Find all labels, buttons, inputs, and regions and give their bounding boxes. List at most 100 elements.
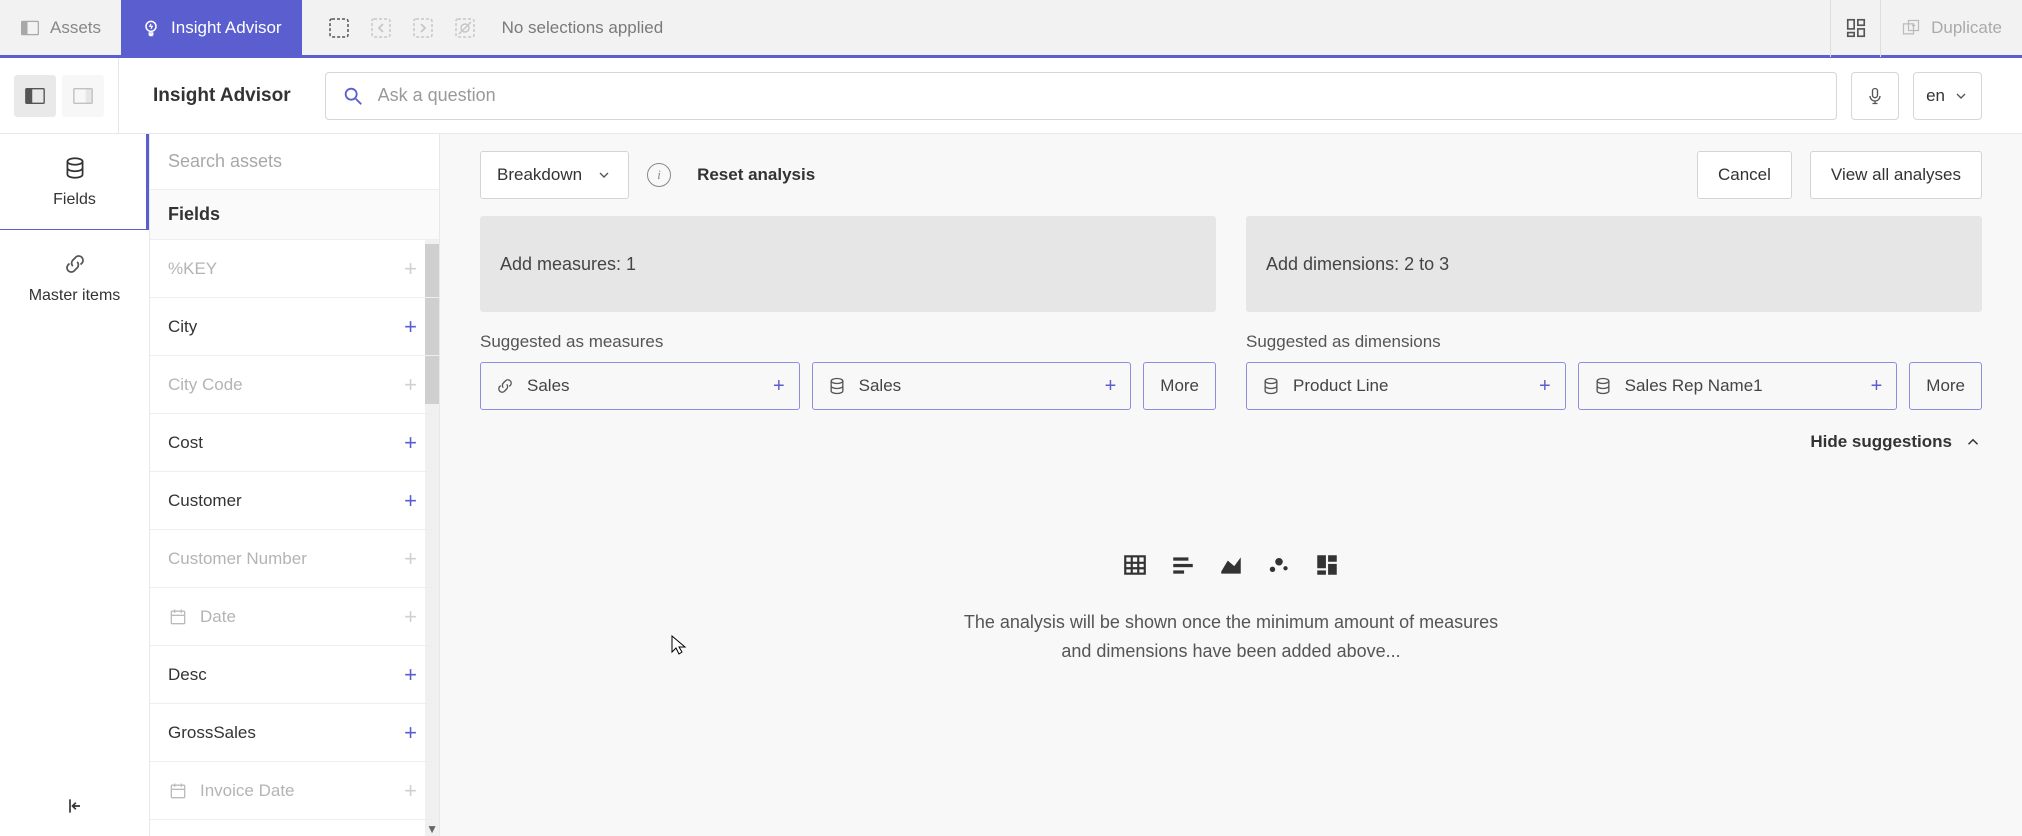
measure-more-button[interactable]: More <box>1143 362 1216 410</box>
chip-add-button[interactable]: + <box>1871 375 1883 398</box>
fields-list: ▼ %KEY+City+City Code+Cost+Customer+Cust… <box>150 240 439 836</box>
assets-label: Assets <box>50 18 101 38</box>
view-all-button[interactable]: View all analyses <box>1810 151 1982 199</box>
field-row[interactable]: City + <box>150 298 439 356</box>
add-field-button[interactable]: + <box>404 488 417 514</box>
chip-add-button[interactable]: + <box>773 375 785 398</box>
calendar-icon <box>168 781 190 801</box>
dimension-chip[interactable]: Product Line+ <box>1246 362 1566 410</box>
field-row[interactable]: Customer Number + <box>150 530 439 588</box>
chip-label: Sales Rep Name1 <box>1625 376 1763 396</box>
field-row[interactable]: GrossSales+ <box>150 704 439 762</box>
chevron-down-icon <box>596 167 612 183</box>
measures-dropzone[interactable]: Add measures: 1 <box>480 216 1216 312</box>
collapse-icon <box>65 796 85 816</box>
hide-suggestions-label: Hide suggestions <box>1810 432 1952 452</box>
info-icon[interactable]: i <box>647 163 671 187</box>
hide-suggestions-toggle[interactable]: Hide suggestions <box>480 432 1982 452</box>
chart-type-icons <box>1122 552 1340 578</box>
cancel-label: Cancel <box>1718 165 1771 185</box>
nav-fields[interactable]: Fields <box>0 134 149 230</box>
add-field-button[interactable]: + <box>404 430 417 456</box>
analysis-type-dropdown[interactable]: Breakdown <box>480 151 629 199</box>
page-title: Insight Advisor <box>127 85 317 107</box>
dimension-chip[interactable]: Sales Rep Name1 + <box>1578 362 1898 410</box>
field-label: Date <box>200 607 236 627</box>
field-row[interactable]: %KEY + <box>150 240 439 298</box>
fields-header: Fields <box>150 190 439 240</box>
area-chart-icon <box>1218 552 1244 578</box>
chip-add-button[interactable]: + <box>1539 375 1551 398</box>
question-input[interactable] <box>378 85 1820 106</box>
add-field-button[interactable]: + <box>404 372 417 398</box>
grid-view-button[interactable] <box>1830 0 1880 57</box>
assets-tab[interactable]: Assets <box>0 0 121 57</box>
field-label: City Code <box>168 375 243 395</box>
chevron-down-icon <box>1953 88 1969 104</box>
measure-chip[interactable]: Sales + <box>480 362 800 410</box>
assets-search[interactable] <box>150 134 439 190</box>
nav-fields-label: Fields <box>53 191 96 209</box>
add-field-button[interactable]: + <box>404 314 417 340</box>
selection-clear-icon[interactable] <box>452 15 478 41</box>
mic-button[interactable] <box>1851 72 1899 120</box>
empty-text-1: The analysis will be shown once the mini… <box>964 608 1498 637</box>
chip-label: Sales <box>859 376 902 396</box>
dimensions-dropzone[interactable]: Add dimensions: 2 to 3 <box>1246 216 1982 312</box>
bulb-icon <box>141 18 161 38</box>
insight-advisor-tab[interactable]: Insight Advisor <box>121 0 302 57</box>
treemap-icon <box>1314 552 1340 578</box>
dimension-more-button[interactable]: More <box>1909 362 1982 410</box>
chevron-up-icon <box>1964 433 1982 451</box>
link-icon <box>495 376 515 396</box>
field-label: City <box>168 317 197 337</box>
field-label: Invoice Date <box>200 781 295 801</box>
field-row[interactable]: Date + <box>150 588 439 646</box>
selection-box-icon[interactable] <box>326 15 352 41</box>
000[interactable]: Cancel <box>1697 151 1792 199</box>
field-row[interactable]: Invoice Date + <box>150 762 439 820</box>
duplicate-button[interactable]: Duplicate <box>1880 0 2022 57</box>
reset-analysis-link[interactable]: Reset analysis <box>697 165 815 185</box>
db-icon <box>62 155 88 181</box>
collapse-sidebar[interactable] <box>0 776 149 836</box>
scroll-down-icon[interactable]: ▼ <box>426 822 438 836</box>
suggested-dimensions: Suggested as dimensions Product Line+Sal… <box>1246 332 1982 410</box>
selection-tools: No selections applied <box>302 15 664 41</box>
field-label: Desc <box>168 665 207 685</box>
db-icon <box>1593 376 1613 396</box>
selection-back-icon[interactable] <box>368 15 394 41</box>
field-row[interactable]: City Code + <box>150 356 439 414</box>
assets-search-input[interactable] <box>168 151 421 172</box>
add-field-button[interactable]: + <box>404 546 417 572</box>
field-row[interactable]: Cost + <box>150 414 439 472</box>
measure-chip[interactable]: Sales + <box>812 362 1132 410</box>
field-label: %KEY <box>168 259 217 279</box>
no-selections-text: No selections applied <box>502 18 664 38</box>
left-panel-toggle[interactable] <box>14 75 56 117</box>
field-label: Customer Number <box>168 549 307 569</box>
add-field-button[interactable]: + <box>404 662 417 688</box>
field-row[interactable]: Customer+ <box>150 472 439 530</box>
nav-master-items[interactable]: Master items <box>0 230 149 326</box>
add-field-button[interactable]: + <box>404 778 417 804</box>
field-label: Cost <box>168 433 203 453</box>
search-icon <box>342 85 364 107</box>
add-field-button[interactable]: + <box>404 604 417 630</box>
language-selector[interactable]: en <box>1913 72 1982 120</box>
left-nav: Fields Master items <box>0 134 150 836</box>
mic-icon <box>1865 86 1885 106</box>
analysis-toolbar: Breakdown i Reset analysis Cancel View a… <box>480 134 1982 216</box>
dimensions-zone-label: Add dimensions: 2 to 3 <box>1266 254 1449 275</box>
add-field-button[interactable]: + <box>404 256 417 282</box>
lang-label: en <box>1926 86 1945 106</box>
field-row[interactable]: Desc + <box>150 646 439 704</box>
chip-label: Sales <box>527 376 570 396</box>
main-content: Breakdown i Reset analysis Cancel View a… <box>440 134 2022 836</box>
add-field-button[interactable]: + <box>404 720 417 746</box>
chip-add-button[interactable]: + <box>1105 375 1117 398</box>
right-panel-toggle[interactable] <box>62 75 104 117</box>
selection-forward-icon[interactable] <box>410 15 436 41</box>
question-search[interactable] <box>325 72 1837 120</box>
calendar-icon <box>168 607 190 627</box>
